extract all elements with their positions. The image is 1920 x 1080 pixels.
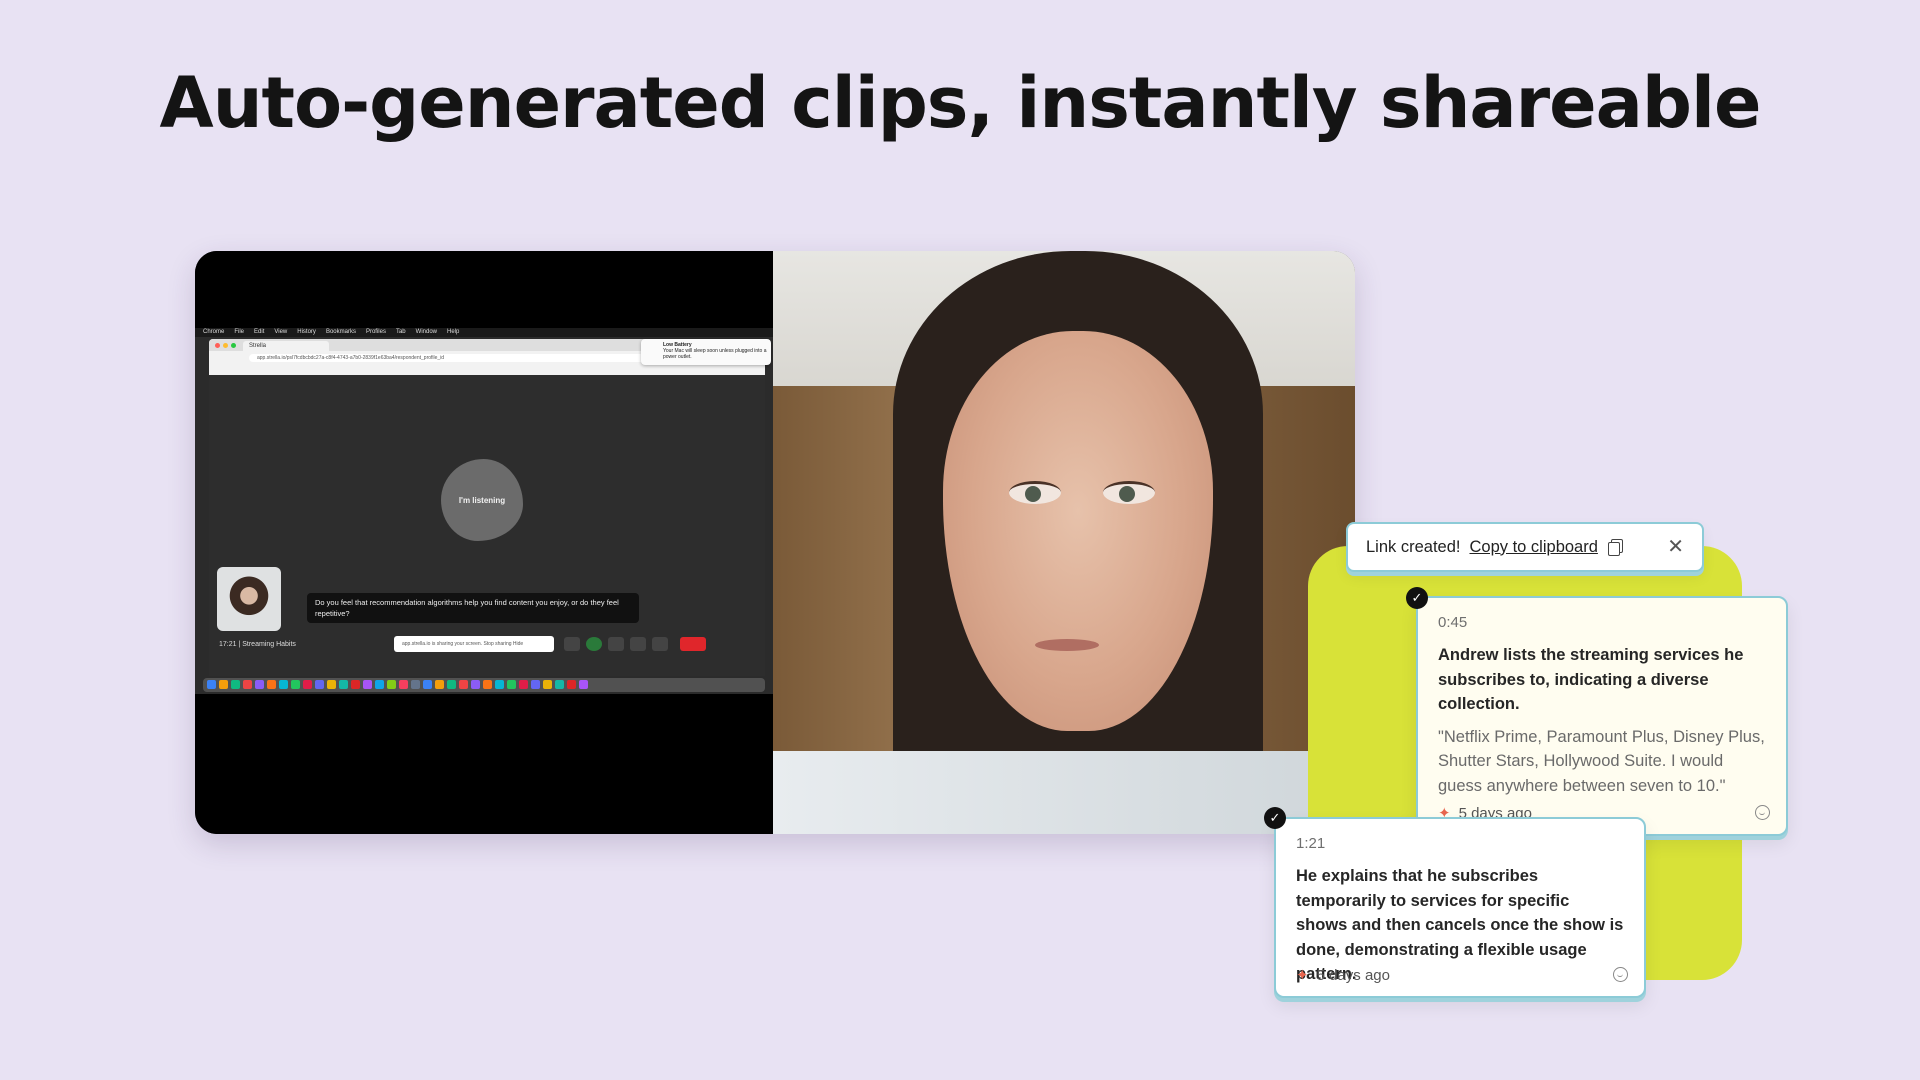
right-eye [1103, 481, 1155, 504]
clip-footer: ✦ 5 days ago [1296, 966, 1628, 986]
clip-card[interactable]: 1:21 He explains that he subscribes temp… [1274, 817, 1646, 998]
reaction-icon[interactable] [1755, 805, 1770, 820]
clip-quote: "Netflix Prime, Paramount Plus, Disney P… [1438, 727, 1765, 795]
screen-share-pane: Chrome File Edit View History Bookmarks Profil… [195, 251, 773, 834]
interview-video[interactable]: Chrome File Edit View History Bookmarks Profil… [195, 251, 1355, 834]
checkmark-icon[interactable]: ✓ [1406, 587, 1428, 609]
toast-message: Link created! [1366, 537, 1461, 556]
mini-url-bar: app.strella.io/psl7fcdbcbdc27a-c8f4-4743… [249, 354, 675, 362]
mini-controls: app.strella.io is sharing your screen. S… [394, 634, 759, 654]
mouth [1035, 639, 1099, 651]
mini-bookmarks [213, 366, 761, 373]
participant-camera [773, 251, 1355, 834]
page: Auto-generated clips, instantly shareabl… [0, 0, 1920, 1080]
clip-card[interactable]: 0:45 Andrew lists the streaming services… [1416, 596, 1788, 836]
copy-icon[interactable] [1607, 539, 1623, 556]
reaction-icon[interactable] [1613, 967, 1628, 982]
copy-to-clipboard-link[interactable]: Copy to clipboard [1469, 538, 1597, 557]
listening-indicator: I'm listening [441, 459, 523, 541]
sparkle-icon: ✦ [1296, 967, 1309, 984]
clip-timestamp: 1:21 [1296, 835, 1326, 852]
left-eye [1009, 481, 1061, 504]
mini-tab: Strella [243, 341, 329, 351]
mini-dock [203, 678, 765, 692]
shared-screen-thumbnail: Chrome File Edit View History Bookmarks Profil… [195, 328, 773, 694]
link-created-toast: Link created! Copy to clipboard ✕ [1346, 522, 1704, 572]
mini-interview-app: I'm listening Do you feel that recommend… [209, 375, 765, 676]
low-battery-notification: Low Battery Your Mac will sleep soon unl… [641, 339, 771, 365]
checkmark-icon[interactable]: ✓ [1264, 807, 1286, 829]
close-icon[interactable]: ✕ [1667, 537, 1684, 557]
clip-summary: Andrew lists the streaming services he s… [1438, 646, 1744, 713]
sharing-banner: app.strella.io is sharing your screen. S… [394, 636, 554, 652]
clip-timestamp: 0:45 [1438, 614, 1468, 631]
interview-question: Do you feel that recommendation algorith… [307, 593, 639, 623]
headline: Auto-generated clips, instantly shareabl… [159, 62, 1762, 144]
participant-thumbnail [217, 567, 281, 631]
clip-age: 5 days ago [1316, 967, 1390, 984]
mini-menubar: Chrome File Edit View History Bookmarks Profil… [195, 328, 773, 337]
session-label: 17:21 | Streaming Habits [219, 641, 296, 648]
